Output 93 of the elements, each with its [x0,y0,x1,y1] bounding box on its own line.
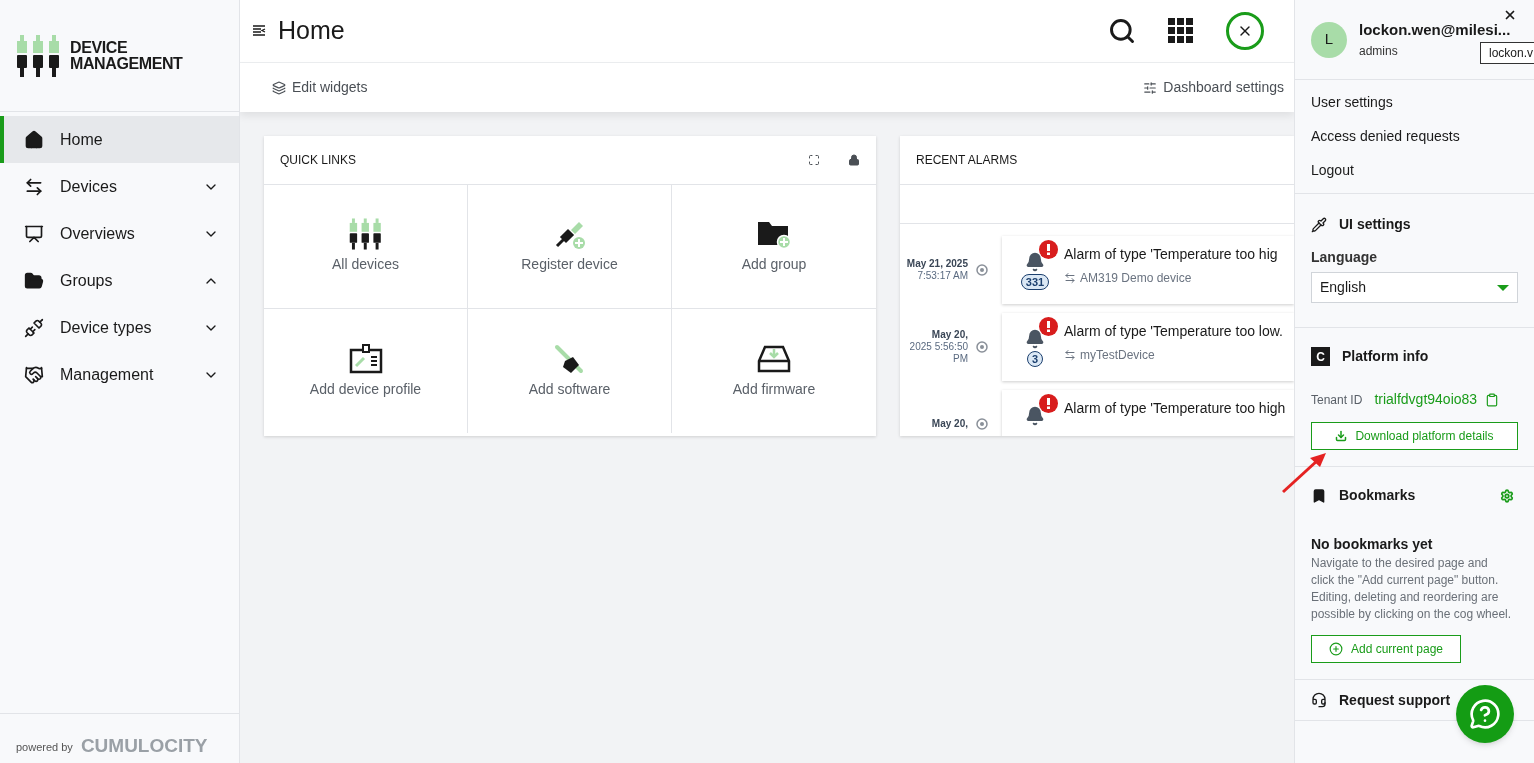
pipette-icon [1311,216,1327,233]
quick-link[interactable]: Add software [468,309,672,433]
exclamation-icon [1047,244,1050,255]
timeline-dot-icon [976,418,988,430]
sliders-icon [1143,80,1158,95]
quick-link[interactable]: All devices [264,185,468,309]
edit-widgets-button[interactable]: Edit widgets [272,77,368,98]
bell-icon [1025,252,1045,272]
widget-title: QUICK LINKS [280,152,358,169]
empty-text: Navigate to the desired page and click the "Add current page" button. Editing, deleting and reordering are possible by clicking on the cog wheel. [1311,555,1513,623]
section-title: Bookmarks [1339,486,1417,505]
platform-logo: C [1311,347,1330,366]
alarm-title: Alarm of type 'Temperature too high [1064,399,1286,418]
alarm-date: May 21, 2025 [905,258,968,270]
quick-link[interactable]: Add device profile [264,309,468,433]
download-icon [1335,430,1348,442]
close-icon[interactable] [1503,8,1517,22]
section-title: Platform info [1342,347,1429,366]
quick-link[interactable]: Register device [468,185,672,309]
add-current-page-button[interactable]: Add current page [1311,635,1461,663]
quick-link[interactable]: Add firmware [672,309,876,433]
alarm-title: Alarm of type 'Temperature too hig [1064,245,1278,264]
alarm-count: 331 [1020,274,1050,290]
tenant-id: trialfdvgt94oio83 [1374,390,1478,409]
plus-circle-icon [1328,642,1343,656]
alarm-count: 3 [1026,351,1044,367]
download-details-button[interactable]: Download platform details [1311,422,1518,450]
dashboard-settings-button[interactable]: Dashboard settings [1143,77,1284,98]
language-select[interactable]: English [1311,272,1518,303]
bell-icon [1025,406,1045,426]
bell-icon [1025,329,1045,349]
close-button[interactable] [1226,12,1264,50]
alarm-card[interactable]: 3 Alarm of type 'Temperature too low. myTestDevice [1002,313,1294,381]
nav-item[interactable]: Groups [0,257,239,304]
widget-title: RECENT ALARMS [916,152,1018,169]
expand-icon[interactable] [808,154,820,166]
alarm-time: 2025 5:56:50 PM [908,341,968,365]
nav-item[interactable]: Devices [0,163,239,210]
nav-item[interactable]: Overviews [0,210,239,257]
exclamation-icon [1047,398,1050,409]
arrows-icon [24,176,44,197]
presentation-icon [24,223,44,244]
device-name[interactable]: myTestDevice [1080,346,1155,364]
timeline-dot-icon [976,341,988,353]
lock-icon[interactable] [848,154,860,166]
plugs-icon [16,32,62,79]
nav-item[interactable]: Management [0,351,239,398]
copy-icon[interactable] [1485,392,1500,407]
nav-item[interactable]: Home [0,116,239,163]
device-name[interactable]: AM319 Demo device [1080,269,1192,287]
tooltip: lockon.v [1480,42,1534,64]
section-title: UI settings [1339,215,1411,234]
alarm-title: Alarm of type 'Temperature too low. [1064,322,1283,341]
device-icon [1064,272,1076,284]
menu-item[interactable]: Access denied requests [1311,126,1534,147]
folder-icon [24,270,44,291]
exclamation-icon [1047,321,1050,332]
home-icon [24,129,44,150]
section-title: Request support [1339,690,1451,710]
timeline-dot-icon [976,264,988,276]
alarm-date: May 20, [930,329,968,341]
user-email: lockon.wen@milesi... [1359,20,1511,41]
device-icon [1064,349,1076,361]
bookmark-icon [1311,487,1327,504]
plug-icon [24,317,44,338]
nav-item[interactable]: Device types [0,304,239,351]
empty-title: No bookmarks yet [1311,535,1434,554]
page-title: Home [278,15,346,47]
powered-by-text: powered by [16,739,73,755]
alarm-card[interactable]: Alarm of type 'Temperature too high [1002,390,1294,436]
menu-item[interactable]: User settings [1311,92,1534,113]
alarm-date: May 20, [930,418,968,430]
avatar: L [1311,21,1347,58]
app-grid-icon[interactable] [1168,18,1194,44]
plugs-icon [348,218,383,250]
annotation-arrow [1280,450,1328,495]
handshake-icon [24,364,44,385]
menu-item[interactable]: Logout [1311,160,1534,181]
alarm-time: 7:53:17 AM [916,270,968,282]
menu-toggle-icon[interactable] [252,24,266,38]
quick-link[interactable]: Add group [672,185,876,309]
search-icon[interactable] [1108,17,1136,45]
field-label: Language [1311,248,1379,267]
id-card-icon [348,342,383,375]
settings-icon[interactable] [1500,488,1514,503]
layers-icon [272,80,286,95]
tenant-label: Tenant ID [1311,391,1363,409]
dropdown-caret-icon [1497,284,1509,291]
headset-icon [1311,692,1327,708]
brand-logo: CUMULOCITY [80,736,208,755]
alarm-card[interactable]: 331 Alarm of type 'Temperature too hig AM319 Demo device [1002,236,1294,304]
help-icon [1469,698,1501,730]
app-name: DEVICE MANAGEMENT [70,39,183,72]
